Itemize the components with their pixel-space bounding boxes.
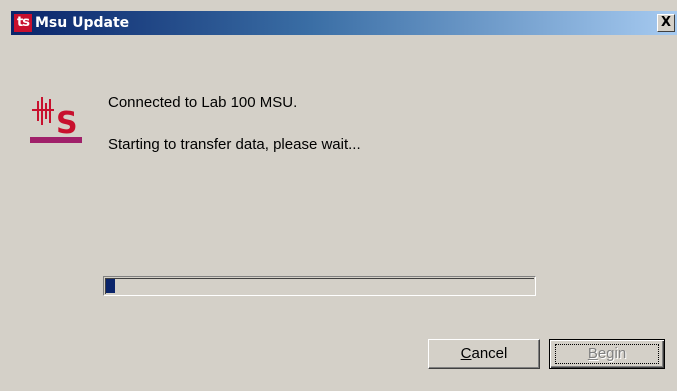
progress-bar-track [105,278,534,294]
cancel-button[interactable]: Cancel [428,339,540,369]
cancel-access-key: C [460,345,472,362]
focus-rectangle [555,344,659,364]
ts-seismic-logo-icon: S [30,97,82,143]
app-icon: ts [14,14,32,32]
title-bar[interactable]: ts Msu Update X [11,11,677,35]
msu-update-dialog: ts Msu Update X S Connected to Lab 100 M… [0,0,677,391]
transfer-progress-bar [103,276,536,296]
begin-button[interactable]: Begin [549,339,665,369]
close-button[interactable]: X [657,14,675,32]
progress-bar-fill [106,279,115,293]
svg-text:S: S [56,106,78,141]
cancel-label: ancel [471,345,508,362]
transfer-status-text: Starting to transfer data, please wait..… [108,136,361,153]
window-title: Msu Update [35,15,130,31]
connection-status-text: Connected to Lab 100 MSU. [108,94,298,111]
